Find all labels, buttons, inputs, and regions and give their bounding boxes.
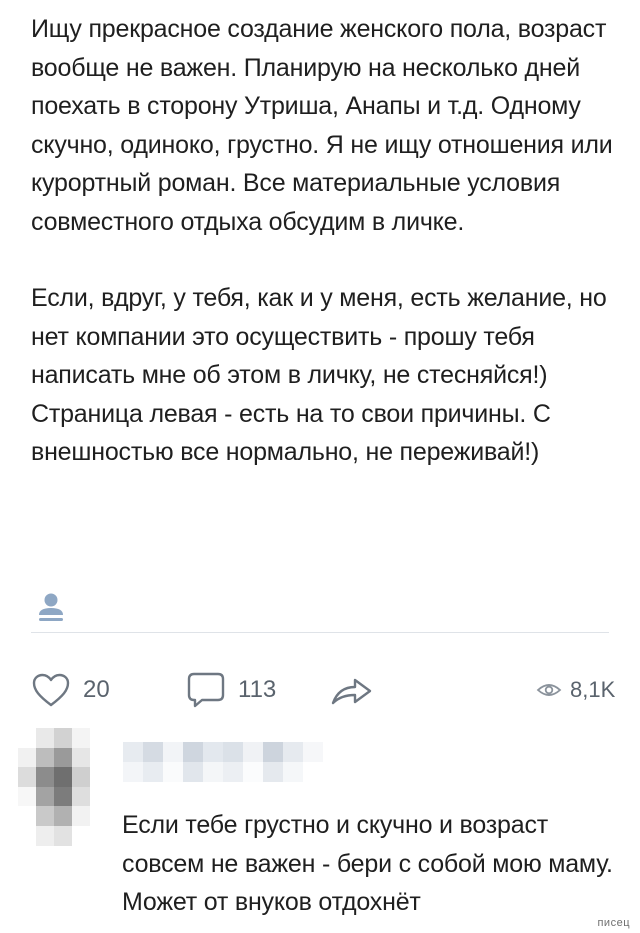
avatar-pixel	[36, 747, 54, 768]
name-pixel	[263, 742, 283, 762]
views-counter: 8,1K	[536, 668, 615, 712]
like-button[interactable]: 20	[31, 668, 110, 712]
views-count: 8,1K	[570, 677, 616, 702]
name-pixel	[303, 762, 323, 782]
share-arrow-icon	[331, 678, 372, 705]
name-pixel	[203, 762, 223, 782]
name-pixel	[303, 742, 323, 762]
name-pixel	[143, 762, 163, 782]
heart-icon	[32, 673, 70, 707]
comment-item: Если тебе грустно и скучно и возраст сов…	[0, 728, 640, 933]
avatar-pixel	[72, 747, 90, 768]
commenter-name-pixelated[interactable]	[123, 742, 323, 782]
avatar-pixel	[18, 786, 36, 807]
avatar-pixel	[36, 767, 54, 787]
watermark: писец	[597, 917, 630, 929]
avatar-pixel	[72, 767, 90, 787]
comment-button[interactable]: 113	[186, 668, 276, 712]
avatar-pixel	[36, 728, 54, 748]
avatar-pixel	[54, 747, 72, 768]
avatar-pixel	[54, 767, 72, 787]
avatar-pixel	[54, 825, 72, 846]
name-pixel	[223, 762, 243, 782]
name-pixel	[283, 742, 303, 762]
avatar-pixel	[36, 806, 54, 826]
name-pixel	[163, 762, 183, 782]
post-actions-bar: 20 113 8,1K	[31, 668, 631, 712]
name-pixel	[143, 742, 163, 762]
name-pixel	[243, 742, 263, 762]
speech-bubble-icon	[187, 672, 225, 708]
name-pixel	[183, 742, 203, 762]
name-pixel	[283, 762, 303, 782]
comment-text: Если тебе грустно и скучно и возраст сов…	[122, 811, 613, 916]
post-body: Ищу прекрасное создание женского пола, в…	[31, 10, 631, 472]
avatar-pixel	[54, 728, 72, 748]
avatar[interactable]	[18, 728, 90, 846]
name-pixel	[203, 742, 223, 762]
share-button[interactable]	[329, 668, 375, 712]
avatar-pixel	[72, 825, 90, 846]
name-pixel	[243, 762, 263, 782]
avatar-pixel	[54, 786, 72, 807]
avatar-pixel	[18, 806, 36, 826]
avatar-pixel	[72, 806, 90, 826]
user-icon[interactable]	[36, 591, 66, 623]
divider	[31, 632, 609, 633]
avatar-pixel	[72, 728, 90, 748]
avatar-pixel	[18, 728, 36, 748]
name-pixel	[263, 762, 283, 782]
avatar-pixel	[72, 786, 90, 807]
avatar-pixel	[54, 806, 72, 826]
avatar-pixel	[36, 786, 54, 807]
post-paragraph-1: Ищу прекрасное создание женского пола, в…	[31, 15, 620, 236]
post-paragraph-3: Страница левая - есть на то свои причины…	[31, 399, 558, 467]
name-pixel	[183, 762, 203, 782]
post-author-row[interactable]	[31, 585, 609, 633]
name-pixel	[223, 742, 243, 762]
avatar-pixel	[18, 767, 36, 787]
avatar-pixel	[18, 825, 36, 846]
comment-count: 113	[238, 676, 277, 703]
name-pixel	[123, 742, 143, 762]
like-count: 20	[83, 676, 110, 703]
avatar-pixel	[36, 825, 54, 846]
eye-icon	[536, 684, 562, 696]
post-paragraph-2: Если, вдруг, у тебя, как и у меня, есть …	[31, 284, 614, 389]
name-pixel	[163, 742, 183, 762]
name-pixel	[123, 762, 143, 782]
avatar-pixel	[18, 747, 36, 768]
